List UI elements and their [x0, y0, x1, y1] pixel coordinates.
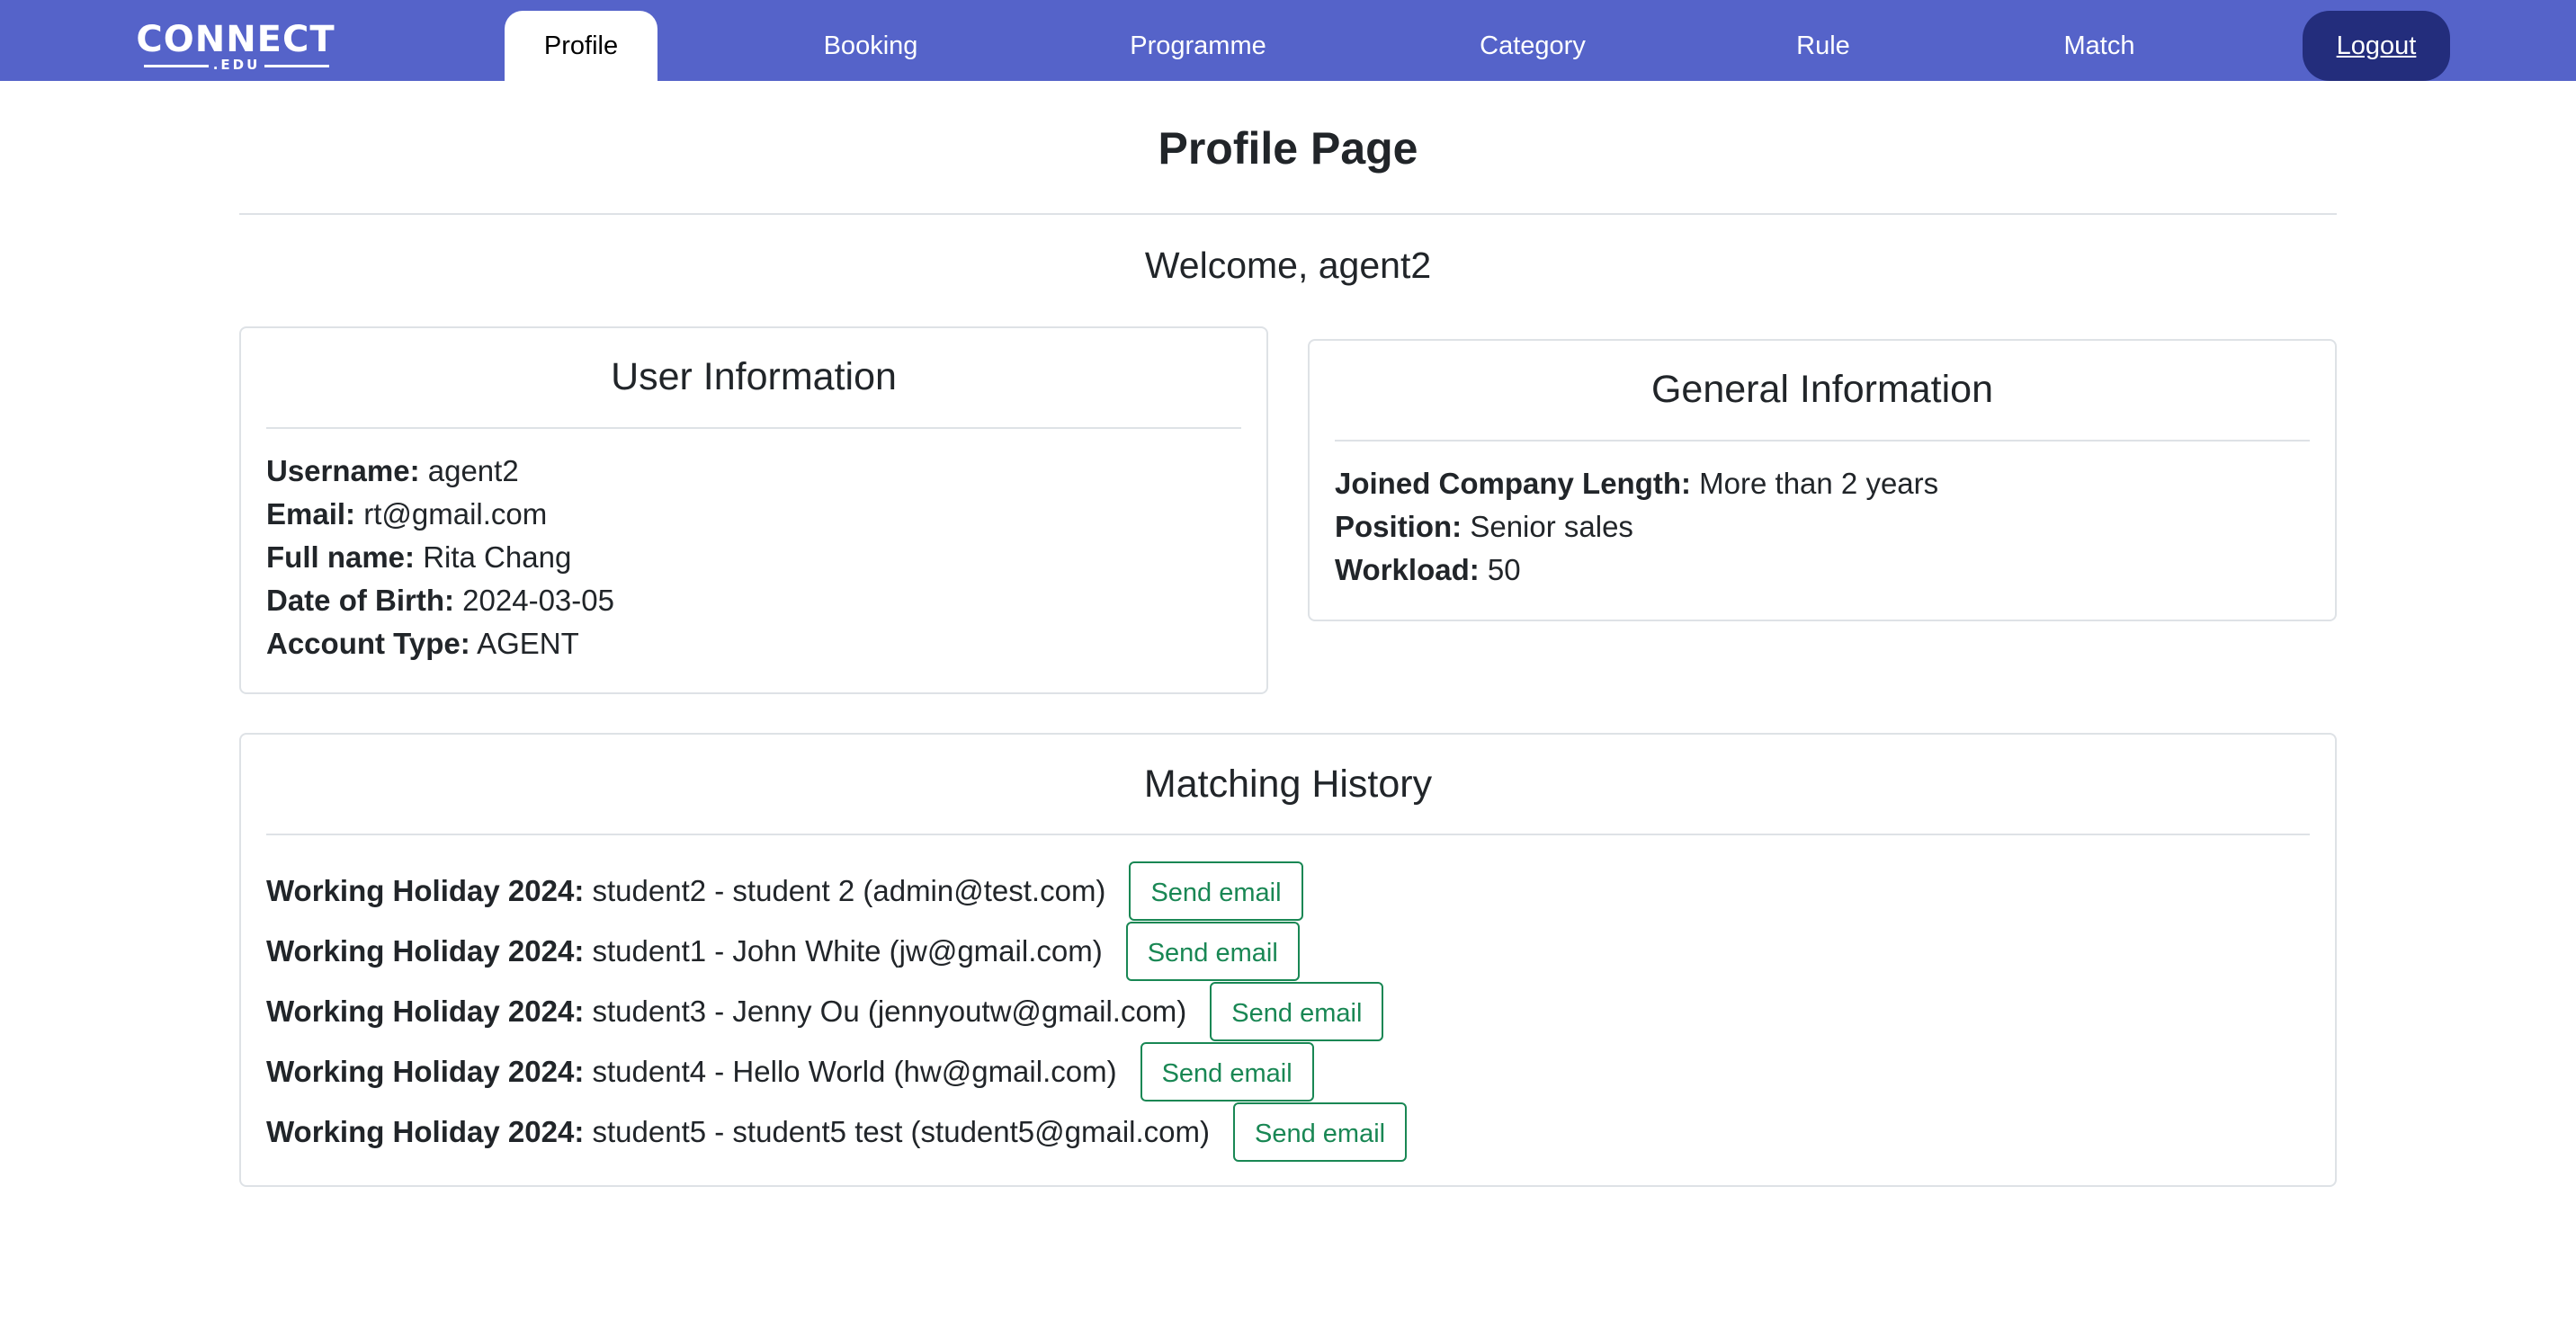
- info-value: Senior sales: [1470, 510, 1633, 543]
- programme-label: Working Holiday 2024:: [266, 995, 585, 1028]
- info-username: Username: agent2: [266, 450, 519, 493]
- info-value: 2024-03-05: [462, 584, 614, 617]
- programme-label: Working Holiday 2024:: [266, 874, 585, 907]
- info-value: AGENT: [477, 627, 579, 660]
- info-label: Workload:: [1335, 553, 1480, 586]
- nav-programme[interactable]: Programme: [1108, 11, 1288, 81]
- matching-history-row: Working Holiday 2024: student2 - student…: [266, 861, 1303, 922]
- match-entry-text: Working Holiday 2024: student1 - John Wh…: [266, 930, 1103, 973]
- nav-rule[interactable]: Rule: [1765, 11, 1882, 81]
- matching-history-row: Working Holiday 2024: student3 - Jenny O…: [266, 981, 1384, 1042]
- programme-label: Working Holiday 2024:: [266, 1115, 585, 1148]
- send-email-button[interactable]: Send email: [1125, 922, 1300, 981]
- logo-wordmark: CONNECT: [136, 19, 335, 60]
- matching-history-row: Working Holiday 2024: student5 - student…: [266, 1102, 1408, 1163]
- send-email-button[interactable]: Send email: [1210, 982, 1384, 1041]
- match-entry-text: Working Holiday 2024: student2 - student…: [266, 870, 1105, 913]
- info-value: agent2: [427, 454, 519, 487]
- info-label: Full name:: [266, 540, 416, 574]
- nav-match[interactable]: Match: [2036, 11, 2162, 81]
- title-divider: [239, 213, 2337, 215]
- info-label: Joined Company Length:: [1335, 467, 1691, 500]
- match-detail: student2 - student 2 (admin@test.com): [592, 874, 1106, 907]
- match-detail: student4 - Hello World (hw@gmail.com): [592, 1055, 1117, 1088]
- info-email: Email: rt@gmail.com: [266, 493, 547, 536]
- match-detail: student5 - student5 test (student5@gmail…: [592, 1115, 1211, 1148]
- info-value: rt@gmail.com: [363, 497, 548, 531]
- match-detail: student3 - Jenny Ou (jennyoutw@gmail.com…: [592, 995, 1187, 1028]
- send-email-button[interactable]: Send email: [1129, 861, 1303, 921]
- page-title: Profile Page: [1158, 123, 1418, 174]
- card-divider: [266, 427, 1241, 429]
- card-title-matching-history: Matching History: [1143, 763, 1433, 806]
- info-value: 50: [1487, 553, 1521, 586]
- info-label: Position:: [1335, 510, 1462, 543]
- info-label: Email:: [266, 497, 356, 531]
- nav-profile[interactable]: Profile: [505, 11, 657, 81]
- general-information-card: General Information Joined Company Lengt…: [1308, 339, 2337, 621]
- nav-booking[interactable]: Booking: [792, 11, 950, 81]
- match-entry-text: Working Holiday 2024: student4 - Hello W…: [266, 1050, 1117, 1093]
- info-account-type: Account Type: AGENT: [266, 622, 579, 665]
- card-divider: [1335, 440, 2310, 442]
- nav-category[interactable]: Category: [1450, 11, 1615, 81]
- logo-suffix: .EDU: [212, 57, 261, 73]
- info-value: More than 2 years: [1699, 467, 1939, 500]
- info-value: Rita Chang: [423, 540, 572, 574]
- info-workload: Workload: 50: [1335, 549, 1521, 592]
- matching-history-row: Working Holiday 2024: student4 - Hello W…: [266, 1041, 1314, 1102]
- connect-edu-logo[interactable]: CONNECT .EDU: [128, 20, 344, 74]
- match-detail: student1 - John White (jw@gmail.com): [592, 934, 1103, 968]
- user-information-card: User Information Username: agent2 Email:…: [239, 326, 1268, 694]
- match-entry-text: Working Holiday 2024: student3 - Jenny O…: [266, 990, 1186, 1033]
- info-joined-company-length: Joined Company Length: More than 2 years: [1335, 462, 1938, 505]
- info-date-of-birth: Date of Birth: 2024-03-05: [266, 579, 614, 622]
- programme-label: Working Holiday 2024:: [266, 1055, 585, 1088]
- info-position: Position: Senior sales: [1335, 505, 1633, 549]
- info-label: Date of Birth:: [266, 584, 454, 617]
- logo-rule-right: [264, 65, 329, 67]
- logout-button[interactable]: Logout: [2303, 11, 2450, 81]
- info-full-name: Full name: Rita Chang: [266, 536, 571, 579]
- matching-history-card: Matching History Working Holiday 2024: s…: [239, 733, 2337, 1187]
- matching-history-row: Working Holiday 2024: student1 - John Wh…: [266, 921, 1300, 982]
- send-email-button[interactable]: Send email: [1140, 1042, 1314, 1102]
- logo-rule-left: [144, 65, 209, 67]
- top-navbar: CONNECT .EDU Profile Booking Programme C…: [0, 0, 2576, 81]
- match-entry-text: Working Holiday 2024: student5 - student…: [266, 1111, 1210, 1154]
- welcome-message: Welcome, agent2: [1144, 245, 1432, 286]
- card-title-general-information: General Information: [1650, 368, 1994, 411]
- card-title-user-information: User Information: [611, 355, 897, 398]
- send-email-button[interactable]: Send email: [1233, 1102, 1408, 1162]
- info-label: Account Type:: [266, 627, 470, 660]
- card-divider: [266, 834, 2310, 835]
- info-label: Username:: [266, 454, 420, 487]
- programme-label: Working Holiday 2024:: [266, 934, 585, 968]
